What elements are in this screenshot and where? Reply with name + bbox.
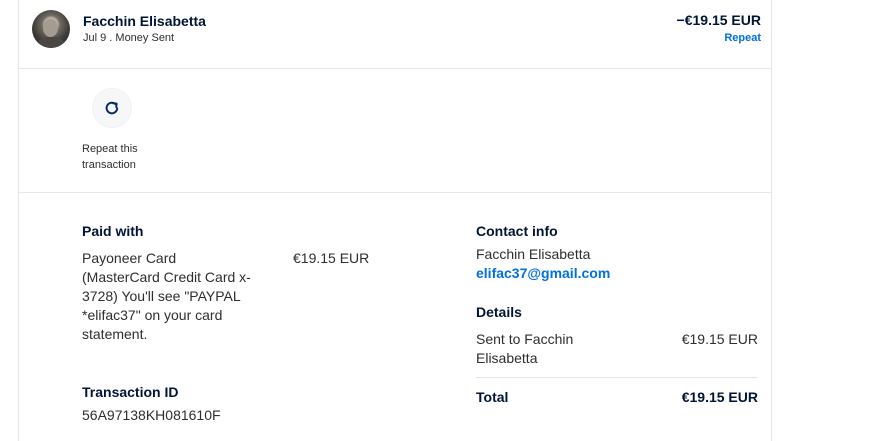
transaction-header[interactable]: Facchin Elisabetta Jul 9 . Money Sent −€… (19, 0, 771, 69)
transaction-amount: −€19.15 EUR (676, 12, 761, 28)
total-amount: €19.15 EUR (681, 389, 758, 405)
sent-amount: €19.15 EUR (681, 331, 758, 347)
contact-name: Facchin Elisabetta (476, 246, 591, 262)
recipient-name: Facchin Elisabetta (83, 13, 206, 29)
repeat-caption: Repeat this transaction (82, 143, 138, 171)
transaction-id: 56A97138KH081610F (82, 407, 221, 423)
transaction-date-type: Jul 9 . Money Sent (83, 32, 175, 44)
repeat-link[interactable]: Repeat (724, 32, 761, 44)
repeat-transaction-button[interactable] (92, 88, 132, 128)
transaction-id-title: Transaction ID (82, 384, 179, 400)
contact-email-link[interactable]: elifac37@gmail.com (476, 265, 610, 281)
contact-info-title: Contact info (476, 223, 558, 239)
sent-to-label: Sent to Facchin Elisabetta (476, 331, 574, 366)
avatar-shoulders (36, 37, 66, 48)
transaction-card: Facchin Elisabetta Jul 9 . Money Sent −€… (18, 0, 772, 441)
payment-amount: €19.15 EUR (293, 250, 370, 266)
paid-with-title: Paid with (82, 223, 144, 239)
details-divider (476, 377, 758, 378)
total-label: Total (476, 389, 509, 405)
page: Facchin Elisabetta Jul 9 . Money Sent −€… (0, 0, 869, 441)
avatar (32, 10, 70, 48)
payment-method-description: Payoneer Card (MasterCard Credit Card x-… (82, 250, 251, 342)
details-title: Details (476, 304, 522, 320)
avatar-face (43, 19, 58, 37)
actions-section: Repeat this transaction (19, 68, 771, 193)
refresh-icon (105, 101, 119, 115)
